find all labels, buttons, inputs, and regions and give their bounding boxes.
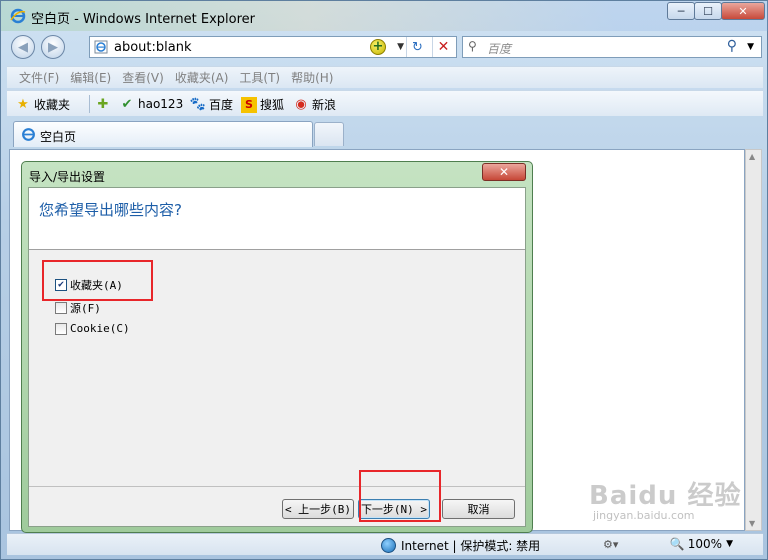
- zoom-dropdown-icon[interactable]: ▼: [726, 539, 733, 549]
- zoom-icon: 🔍: [669, 537, 685, 551]
- option-feeds[interactable]: 源(F): [55, 300, 101, 316]
- zoom-level: 100%: [687, 537, 723, 551]
- star-icon: ★: [17, 97, 29, 112]
- add-plus-icon[interactable]: +: [370, 39, 386, 55]
- option-cookie[interactable]: Cookie(C): [55, 322, 130, 335]
- hao123-icon: ✔: [121, 96, 133, 112]
- favorites-separator: [89, 95, 90, 113]
- import-export-dialog: 导入/导出设置 ✕ 您希望导出哪些内容? ✔ 收藏夹(A) 源(F) Cooki…: [21, 161, 533, 533]
- url-text[interactable]: about:blank: [114, 40, 192, 55]
- menu-edit[interactable]: 编辑(E): [70, 69, 111, 86]
- back-step-button[interactable]: < 上一步(B): [282, 499, 354, 519]
- weibo-eye-icon: ◉: [295, 97, 307, 112]
- dialog-header: 您希望导出哪些内容?: [29, 188, 525, 250]
- sohu-icon: S: [241, 96, 257, 113]
- tab-label: 空白页: [40, 130, 77, 144]
- menu-bar: 文件(F) 编辑(E) 查看(V) 收藏夹(A) 工具(T) 帮助(H): [7, 66, 763, 88]
- dialog-close-button[interactable]: ✕: [482, 163, 526, 181]
- tab-blank-page[interactable]: 空白页: [13, 121, 313, 147]
- forward-arrow-icon: ▶: [48, 39, 58, 55]
- dialog-divider: [29, 486, 525, 487]
- zone-text: Internet | 保护模式: 禁用: [401, 539, 541, 553]
- dialog-title: 导入/导出设置: [29, 170, 106, 184]
- checkbox-cookie[interactable]: [55, 322, 67, 335]
- search-box[interactable]: ⚲ 百度 ⚲ ▼: [462, 36, 762, 58]
- ie-page-icon: [22, 128, 35, 141]
- fav-item-hao123[interactable]: ✔ hao123: [119, 96, 184, 112]
- zoom-control[interactable]: 🔍 100% ▼: [670, 537, 733, 551]
- vertical-scrollbar[interactable]: ▲ ▼: [745, 149, 762, 531]
- ie-window: 空白页 - Windows Internet Explorer ─ ☐ ✕ ◀ …: [0, 0, 768, 560]
- menu-help[interactable]: 帮助(H): [291, 69, 333, 86]
- favorites-bar: ★ 收藏夹 ✚ ✔ hao123 🐾 百度 S 搜狐 ◉ 新浪: [7, 90, 763, 116]
- dialog-question: 您希望导出哪些内容?: [39, 201, 182, 219]
- cancel-button[interactable]: 取消: [442, 499, 515, 519]
- window-title: 空白页 - Windows Internet Explorer: [31, 12, 255, 27]
- highlight-box-favorites: [42, 260, 153, 301]
- minimize-button[interactable]: ─: [667, 2, 695, 20]
- tab-row: 空白页: [7, 118, 763, 148]
- fav-item-baidu[interactable]: 🐾 百度: [190, 96, 233, 113]
- option-label: Cookie(C): [70, 322, 130, 335]
- menu-tools[interactable]: 工具(T): [239, 69, 280, 86]
- menu-view[interactable]: 查看(V): [122, 69, 164, 86]
- menu-file[interactable]: 文件(F): [19, 69, 59, 86]
- refresh-icon[interactable]: ↻: [406, 37, 428, 57]
- ie-page-icon: [94, 40, 108, 54]
- dialog-body: 您希望导出哪些内容? ✔ 收藏夹(A) 源(F) Cookie(C) < 上一步…: [28, 187, 526, 527]
- fav-item-sohu[interactable]: S 搜狐: [241, 96, 284, 113]
- fav-item-label: 百度: [209, 98, 234, 112]
- favorites-button[interactable]: ★ 收藏夹: [15, 96, 70, 113]
- favorites-label: 收藏夹: [34, 98, 71, 112]
- fav-item-label: 搜狐: [260, 98, 285, 112]
- address-bar[interactable]: about:blank + ▼ ↻ ✕: [89, 36, 457, 58]
- add-favorite-icon[interactable]: ✚: [95, 96, 114, 112]
- window-controls: ─ ☐ ✕: [667, 2, 765, 20]
- new-tab-button[interactable]: [314, 122, 344, 146]
- scroll-up-icon[interactable]: ▲: [749, 152, 755, 161]
- search-dropdown-icon[interactable]: ▼: [747, 42, 754, 52]
- search-icon[interactable]: ⚲: [727, 38, 737, 54]
- status-tools-icon[interactable]: ⚙▾: [603, 538, 618, 551]
- fav-item-label: 新浪: [312, 98, 337, 112]
- menu-favorites[interactable]: 收藏夹(A): [175, 69, 229, 86]
- maximize-button[interactable]: ☐: [694, 2, 722, 20]
- checkbox-feeds[interactable]: [55, 302, 67, 314]
- back-arrow-icon: ◀: [18, 39, 28, 55]
- back-button[interactable]: ◀: [11, 35, 35, 59]
- ie-logo-icon: [10, 8, 26, 24]
- title-bar[interactable]: 空白页 - Windows Internet Explorer ─ ☐ ✕: [1, 1, 768, 31]
- close-button[interactable]: ✕: [721, 2, 765, 20]
- address-dropdown-icon[interactable]: ▼: [397, 42, 404, 52]
- security-zone[interactable]: Internet | 保护模式: 禁用: [381, 537, 540, 554]
- stop-icon[interactable]: ✕: [432, 37, 454, 57]
- scroll-down-icon[interactable]: ▼: [749, 519, 755, 528]
- fav-item-label: hao123: [138, 97, 184, 111]
- search-placeholder: 百度: [487, 42, 512, 56]
- search-engine-icon: ⚲: [468, 39, 477, 53]
- forward-button[interactable]: ▶: [41, 35, 65, 59]
- globe-icon: [381, 538, 396, 553]
- fav-item-sina[interactable]: ◉ 新浪: [293, 96, 336, 113]
- baidu-paw-icon: 🐾: [189, 97, 207, 112]
- status-bar: Internet | 保护模式: 禁用 ⚙▾ 🔍 100% ▼: [7, 533, 763, 555]
- option-label: 源(F): [70, 302, 101, 315]
- highlight-box-next: [359, 470, 441, 522]
